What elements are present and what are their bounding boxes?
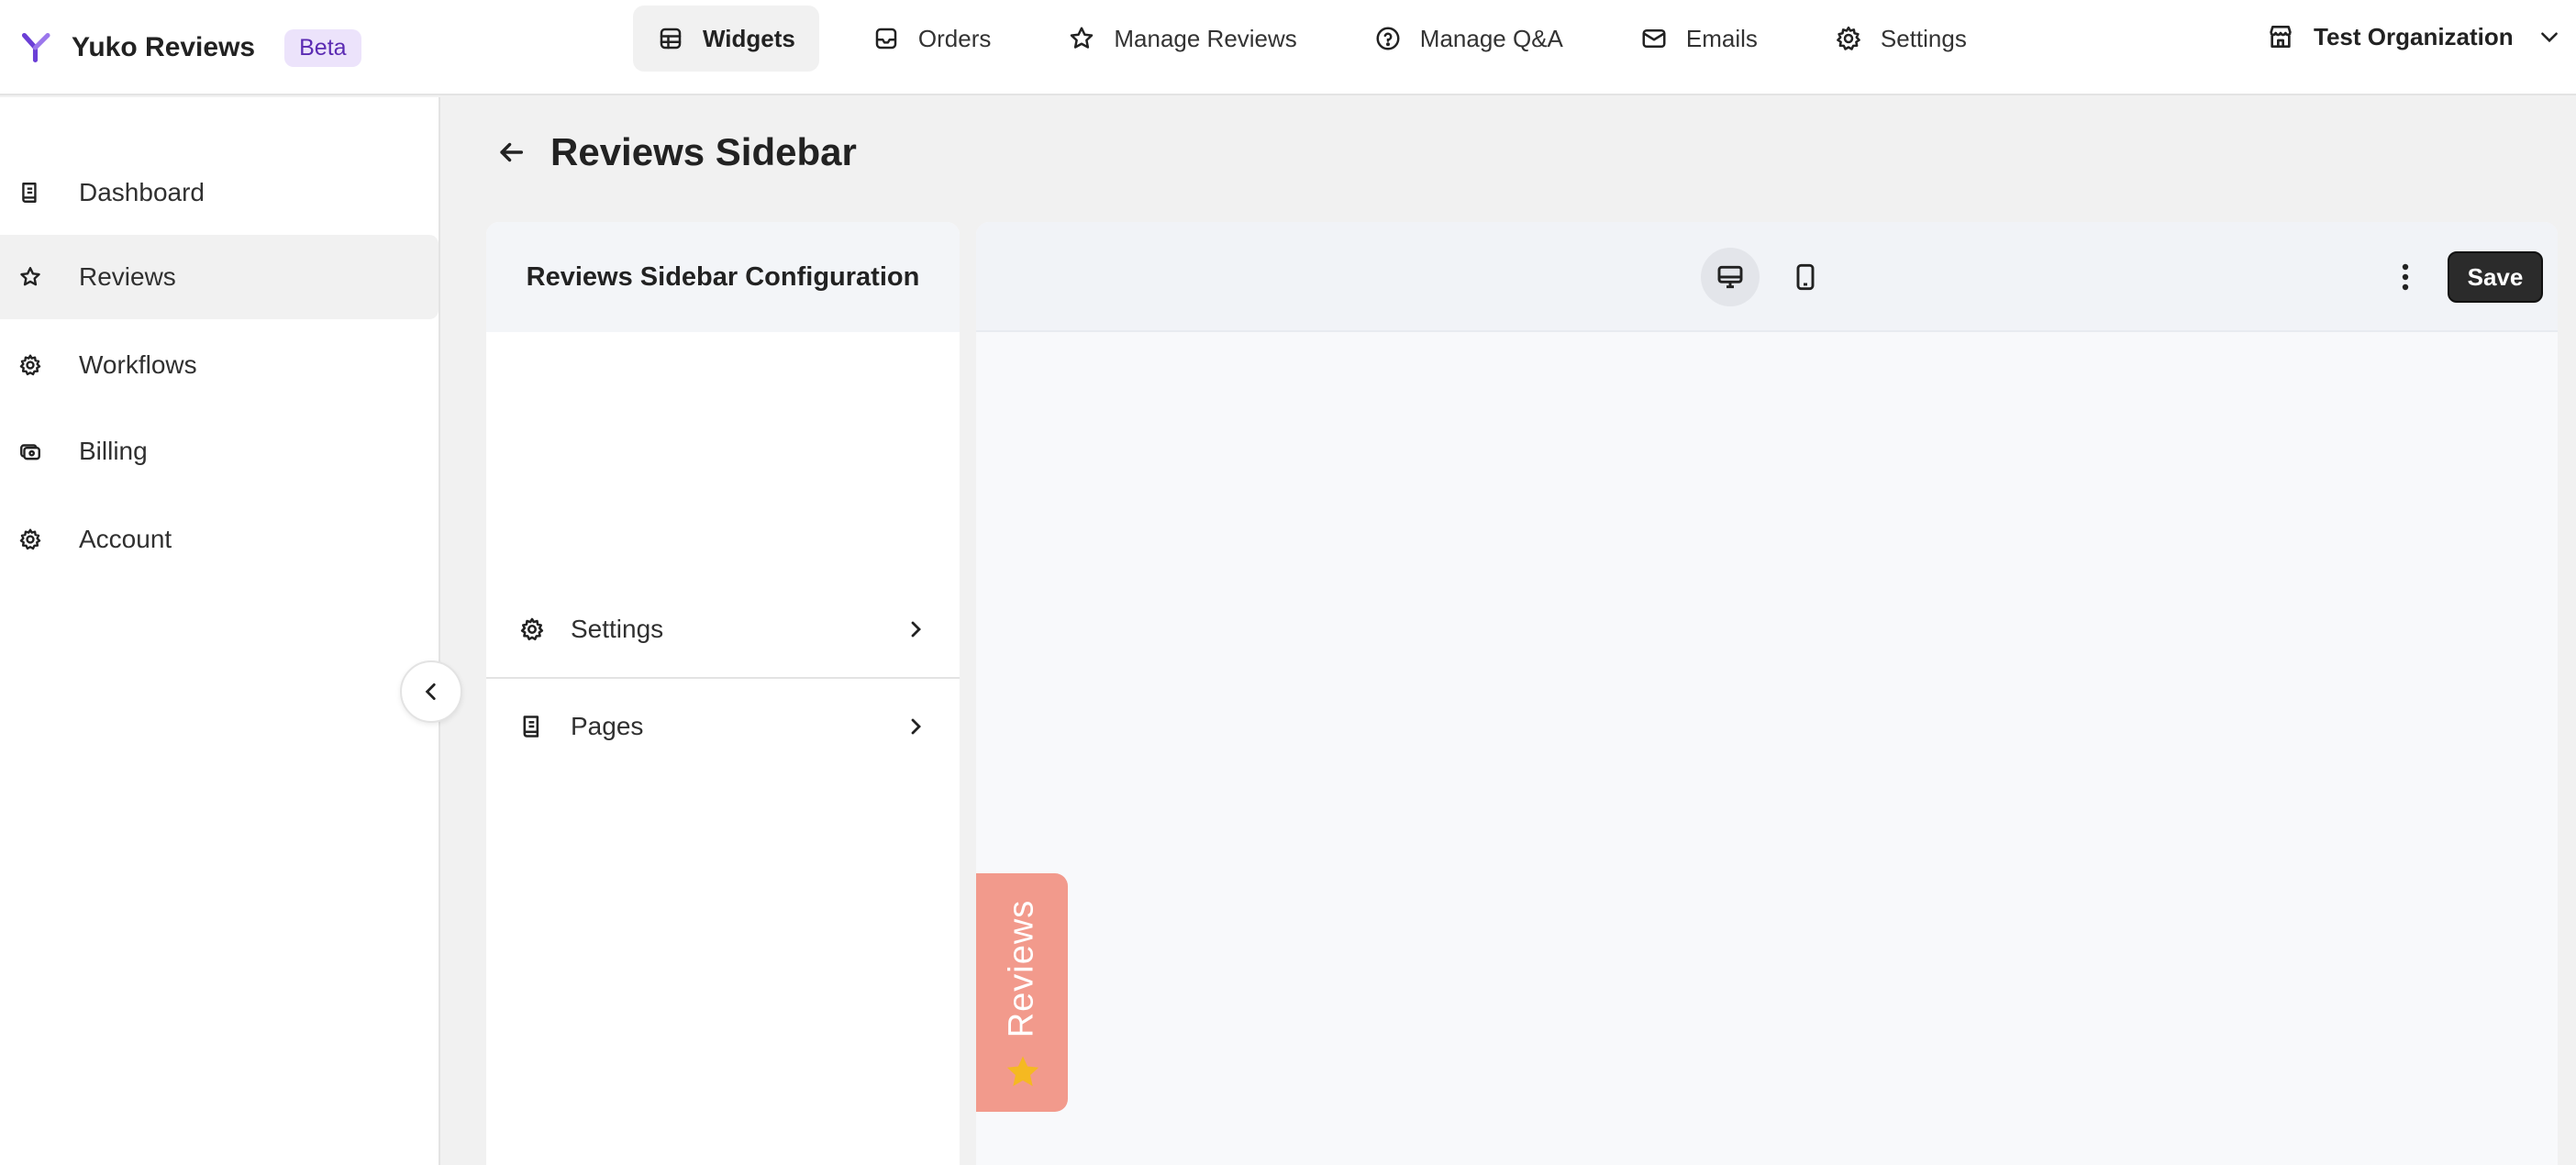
gear-icon (1837, 26, 1860, 50)
page-header: Reviews Sidebar (495, 125, 857, 180)
sidebar-item-label: Account (79, 525, 172, 553)
chevron-down-icon (2540, 32, 2558, 43)
nav-manage-qa-label: Manage Q&A (1419, 24, 1563, 52)
organization-name: Test Organization (2314, 22, 2514, 50)
top-nav: Widgets Orders Manage Reviews Manage Q&A… (633, 6, 2020, 72)
sidebar-item-reviews[interactable]: Reviews (0, 235, 439, 319)
desktop-icon (1717, 265, 1743, 289)
nav-settings-label: Settings (1880, 24, 1967, 52)
brand[interactable]: Yuko Reviews Beta (20, 22, 361, 73)
app-title: Yuko Reviews (72, 32, 256, 62)
book-icon (22, 183, 37, 203)
gear-icon (520, 617, 544, 641)
mobile-icon (1796, 263, 1815, 291)
collapse-sidebar-button[interactable] (400, 660, 462, 723)
nav-settings[interactable]: Settings (1811, 6, 1991, 72)
sidebar-item-label: Reviews (79, 262, 176, 291)
back-arrow-icon[interactable] (495, 137, 527, 168)
sidebar-item-billing[interactable]: Billing (0, 409, 439, 494)
nav-manage-reviews[interactable]: Manage Reviews (1044, 6, 1320, 72)
mail-icon (1642, 29, 1666, 48)
gear-icon (19, 354, 41, 376)
sidebar-item-dashboard[interactable]: Dashboard (0, 150, 439, 235)
star-icon (20, 267, 40, 286)
nav-emails-label: Emails (1685, 24, 1758, 52)
beta-badge: Beta (284, 28, 361, 67)
nav-manage-qa[interactable]: Manage Q&A (1350, 6, 1587, 72)
nav-orders[interactable]: Orders (849, 6, 1015, 72)
yuko-logo-icon (21, 32, 50, 63)
more-vertical-icon (2402, 263, 2409, 291)
more-options-button[interactable] (2385, 257, 2426, 297)
config-row-pages[interactable]: Pages (486, 679, 960, 774)
billing-icon (20, 444, 40, 460)
gear-icon (19, 528, 41, 550)
config-row-settings[interactable]: Settings (486, 582, 960, 677)
reviews-floating-tab[interactable]: Reviews (976, 873, 1068, 1112)
inbox-icon (875, 28, 897, 50)
configuration-title: Reviews Sidebar Configuration (486, 222, 960, 332)
store-icon (2270, 26, 2292, 48)
widgets-icon (660, 28, 682, 50)
chevron-right-icon (911, 718, 921, 735)
config-row-label: Pages (571, 712, 644, 740)
mobile-view-button[interactable] (1776, 248, 1835, 306)
chevron-right-icon (911, 621, 921, 638)
nav-orders-label: Orders (917, 24, 992, 52)
nav-widgets[interactable]: Widgets (633, 6, 819, 72)
configuration-panel: Reviews Sidebar Configuration Settings P… (486, 222, 960, 1165)
reviews-tab-label: Reviews (1002, 899, 1041, 1038)
sidebar-item-label: Billing (79, 437, 148, 465)
config-row-label: Settings (571, 615, 664, 643)
left-sidebar: Dashboard Reviews Workflows Billing Acco… (0, 97, 440, 1165)
desktop-view-button[interactable] (1701, 248, 1760, 306)
nav-emails[interactable]: Emails (1616, 6, 1782, 72)
top-bar: Yuko Reviews Beta Widgets Orders Manage … (0, 0, 2576, 95)
sidebar-item-account[interactable]: Account (0, 497, 439, 582)
question-icon (1376, 27, 1400, 50)
book-icon (523, 716, 539, 738)
preview-toolbar: Save (976, 222, 2558, 332)
sidebar-item-label: Workflows (79, 350, 197, 379)
sidebar-item-workflows[interactable]: Workflows (0, 323, 439, 407)
page-title: Reviews Sidebar (550, 130, 857, 173)
sidebar-item-label: Dashboard (79, 178, 205, 206)
star-filled-icon (1006, 1056, 1039, 1087)
chevron-left-icon (425, 683, 436, 700)
nav-widgets-label: Widgets (703, 24, 795, 52)
save-button[interactable]: Save (2448, 251, 2543, 303)
star-icon (1071, 27, 1094, 49)
nav-manage-reviews-label: Manage Reviews (1114, 24, 1297, 52)
widget-preview: Save Reviews (976, 222, 2558, 1165)
organization-switcher[interactable]: Test Organization (2266, 15, 2561, 59)
